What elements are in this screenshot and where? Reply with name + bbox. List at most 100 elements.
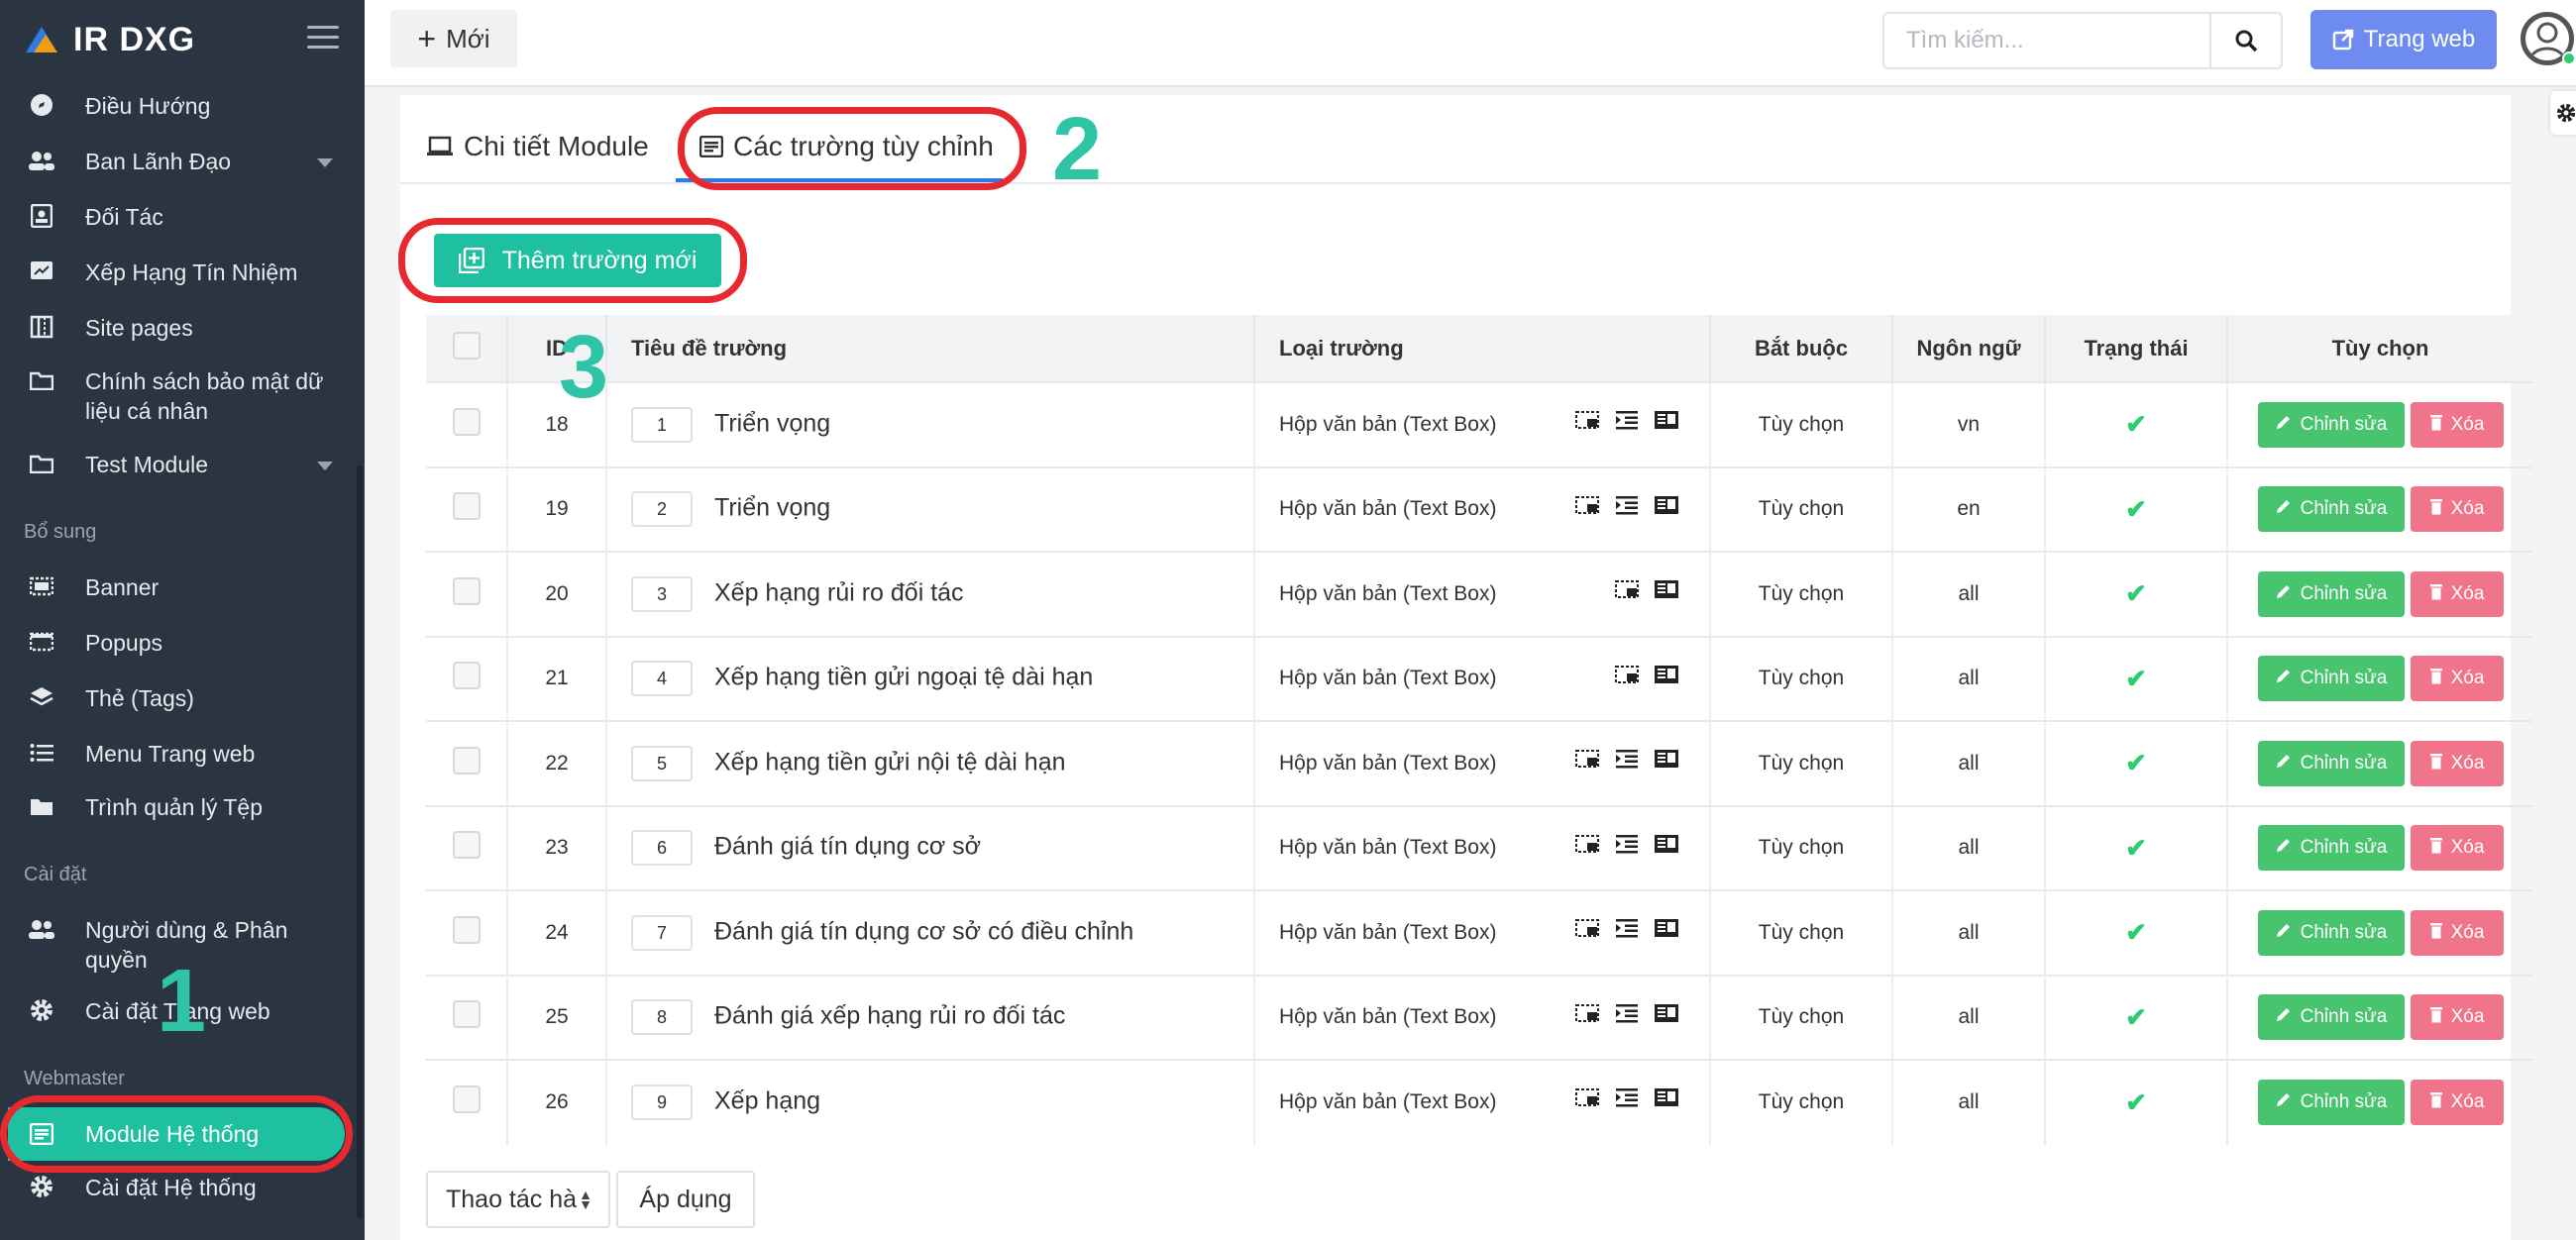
tab-module-details[interactable]: Chi tiết Module — [426, 131, 649, 162]
annotation-ring-3 — [398, 218, 747, 303]
sidebar-item-popups[interactable]: Popups — [0, 628, 357, 658]
indent-icon[interactable] — [1614, 1002, 1640, 1024]
app-title: IR DXG — [73, 20, 196, 58]
order-input[interactable]: 1 — [631, 406, 693, 443]
banner-icon[interactable] — [1574, 494, 1600, 516]
edit-button[interactable]: Chỉnh sửa — [2257, 656, 2405, 702]
header-type: Loại trường — [1254, 315, 1711, 382]
delete-button[interactable]: Xóa — [2410, 486, 2504, 533]
order-input[interactable]: 3 — [631, 575, 693, 612]
row-checkbox[interactable] — [452, 746, 481, 775]
sidebar-item-xep-hang-tin-nhiem[interactable]: Xếp Hạng Tín Nhiệm — [0, 258, 357, 287]
banner-icon[interactable] — [1574, 833, 1600, 855]
website-button[interactable]: Trang web — [2310, 10, 2497, 69]
online-status-dot — [2562, 52, 2576, 65]
indent-icon[interactable] — [1614, 833, 1640, 855]
order-input[interactable]: 4 — [631, 661, 693, 697]
delete-button[interactable]: Xóa — [2410, 1080, 2504, 1126]
select-all-checkbox[interactable] — [452, 331, 481, 360]
edit-button[interactable]: Chỉnh sửa — [2257, 486, 2405, 533]
order-input[interactable]: 9 — [631, 1085, 693, 1121]
delete-button[interactable]: Xóa — [2410, 570, 2504, 617]
settings-panel-toggle[interactable] — [2550, 91, 2576, 135]
row-status: ✔ — [2045, 381, 2228, 467]
edit-button[interactable]: Chỉnh sửa — [2257, 1080, 2405, 1126]
banner-icon[interactable] — [1574, 1086, 1600, 1108]
row-checkbox[interactable] — [452, 831, 481, 860]
row-checkbox[interactable] — [452, 1000, 481, 1029]
book-icon[interactable] — [1654, 409, 1679, 431]
order-input[interactable]: 5 — [631, 745, 693, 781]
indent-icon[interactable] — [1614, 409, 1640, 431]
order-input[interactable]: 6 — [631, 830, 693, 867]
indent-icon[interactable] — [1614, 494, 1640, 516]
sidebar-item-dieu-huong[interactable]: Điều Hướng — [0, 91, 357, 121]
sidebar-item-users-permissions[interactable]: Người dùng & Phân quyền — [0, 915, 307, 975]
indent-icon[interactable] — [1614, 1086, 1640, 1108]
row-status: ✔ — [2045, 720, 2228, 806]
edit-button[interactable]: Chỉnh sửa — [2257, 740, 2405, 786]
brand[interactable]: IR DXG — [0, 0, 365, 79]
row-checkbox[interactable] — [452, 915, 481, 944]
sidebar-item-test-module[interactable]: Test Module — [0, 450, 357, 479]
edit-button[interactable]: Chỉnh sửa — [2257, 570, 2405, 617]
indent-icon[interactable] — [1614, 917, 1640, 939]
book-icon[interactable] — [1654, 664, 1679, 685]
book-icon[interactable] — [1654, 748, 1679, 770]
row-checkbox[interactable] — [452, 1085, 481, 1114]
book-icon[interactable] — [1654, 578, 1679, 600]
book-icon[interactable] — [1654, 917, 1679, 939]
book-icon[interactable] — [1654, 1086, 1679, 1108]
row-checkbox[interactable] — [452, 576, 481, 605]
sidebar-scrollbar[interactable] — [357, 465, 363, 1218]
book-icon[interactable] — [1654, 494, 1679, 516]
sidebar-item-doi-tac[interactable]: Đối Tác — [0, 202, 357, 232]
edit-label: Chỉnh sửa — [2300, 1091, 2388, 1113]
banner-icon[interactable] — [1574, 409, 1600, 431]
menu-toggle-icon[interactable] — [307, 26, 339, 52]
row-checkbox[interactable] — [452, 662, 481, 690]
order-input[interactable]: 2 — [631, 491, 693, 528]
banner-icon[interactable] — [1614, 578, 1640, 600]
edit-button[interactable]: Chỉnh sửa — [2257, 994, 2405, 1041]
order-input[interactable]: 8 — [631, 999, 693, 1036]
banner-icon[interactable] — [1574, 917, 1600, 939]
apply-button[interactable]: Áp dụng — [616, 1171, 755, 1228]
row-checkbox[interactable] — [452, 492, 481, 521]
sidebar-item-banner[interactable]: Banner — [0, 572, 357, 602]
edit-button[interactable]: Chỉnh sửa — [2257, 401, 2405, 448]
row-actions: Chỉnh sửa Xóa — [2227, 804, 2532, 890]
delete-button[interactable]: Xóa — [2410, 656, 2504, 702]
banner-icon[interactable] — [1574, 748, 1600, 770]
banner-icon[interactable] — [1574, 1002, 1600, 1024]
sidebar-item-chinh-sach[interactable]: Chính sách bảo mật dữ liệu cá nhân — [0, 366, 327, 426]
book-icon[interactable] — [1654, 1002, 1679, 1024]
delete-button[interactable]: Xóa — [2410, 909, 2504, 956]
gear-icon — [28, 996, 55, 1024]
sidebar-item-system-settings[interactable]: Cài đặt Hệ thống — [0, 1173, 357, 1202]
sidebar-item-site-pages[interactable]: Site pages — [0, 313, 357, 343]
delete-button[interactable]: Xóa — [2410, 994, 2504, 1041]
row-status: ✔ — [2045, 551, 2228, 637]
table-row: 22 5 Xếp hạng tiền gửi nội tệ dài hạn Hộp… — [426, 720, 2532, 806]
delete-button[interactable]: Xóa — [2410, 825, 2504, 872]
sidebar-item-ban-lanh-dao[interactable]: Ban Lãnh Đạo — [0, 147, 357, 176]
row-checkbox[interactable] — [452, 407, 481, 436]
edit-button[interactable]: Chỉnh sửa — [2257, 825, 2405, 872]
sidebar-item-menu-trang-web[interactable]: Menu Trang web — [0, 739, 357, 769]
edit-button[interactable]: Chỉnh sửa — [2257, 909, 2405, 956]
search-button[interactable] — [2209, 12, 2283, 69]
indent-icon[interactable] — [1614, 748, 1640, 770]
sidebar-item-file-manager[interactable]: Trình quản lý Tệp — [0, 792, 357, 822]
pages-icon — [28, 313, 55, 341]
row-id: 20 — [507, 551, 607, 637]
order-input[interactable]: 7 — [631, 914, 693, 951]
banner-icon[interactable] — [1614, 664, 1640, 685]
new-button[interactable]: + Mới — [390, 10, 517, 67]
delete-button[interactable]: Xóa — [2410, 401, 2504, 448]
delete-button[interactable]: Xóa — [2410, 740, 2504, 786]
search-input[interactable] — [1882, 12, 2211, 69]
bulk-action-select[interactable]: Thao tác hà ▲ ▼ — [426, 1171, 610, 1228]
sidebar-item-tags[interactable]: Thẻ (Tags) — [0, 683, 357, 713]
book-icon[interactable] — [1654, 833, 1679, 855]
